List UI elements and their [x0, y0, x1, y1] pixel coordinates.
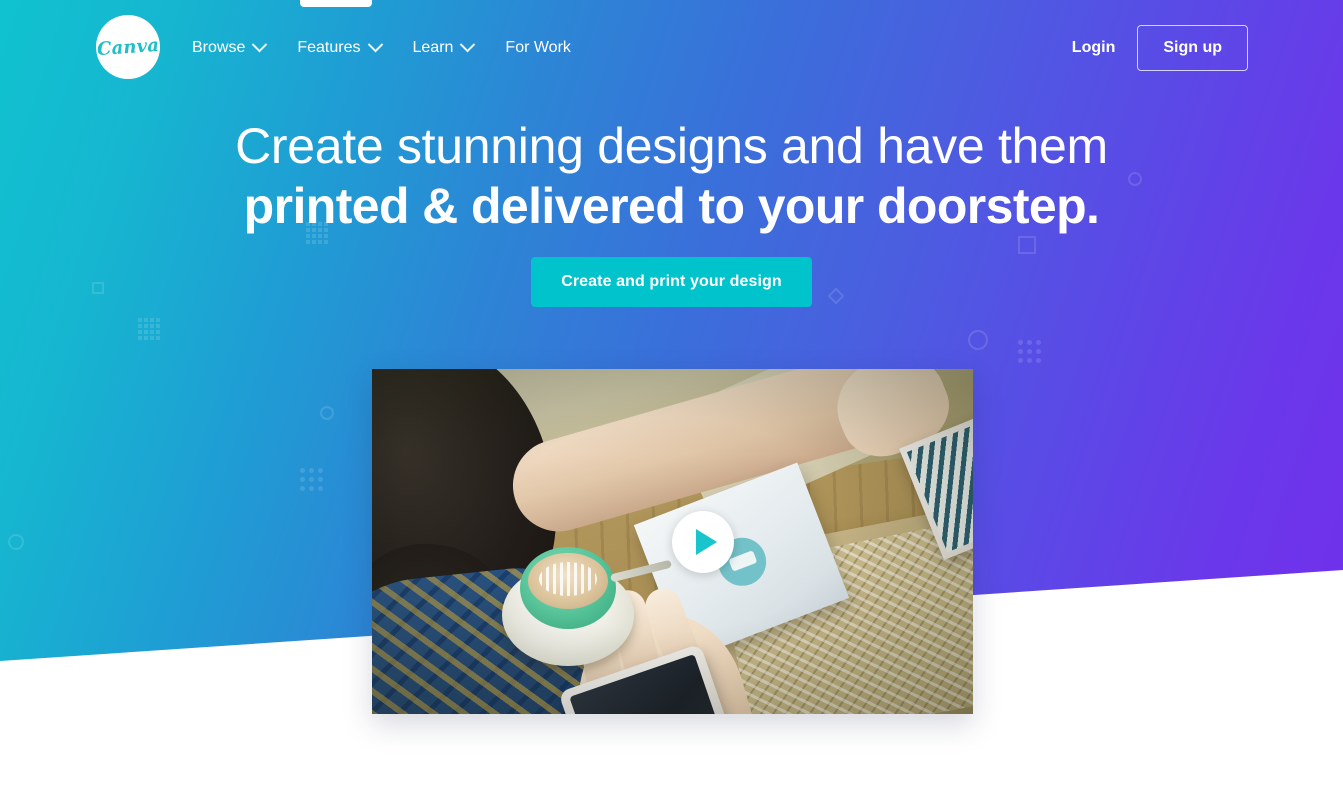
play-icon	[695, 529, 717, 555]
create-and-print-button[interactable]: Create and print your design	[531, 257, 812, 307]
nav-actions: Login Sign up	[1072, 0, 1248, 95]
hero-cta-container: Create and print your design	[0, 257, 1343, 307]
hero-headline: Create stunning designs and have them pr…	[0, 118, 1343, 234]
nav-item-for-work[interactable]: For Work	[505, 39, 570, 57]
hero-headline-line-1: Create stunning designs and have them	[235, 118, 1108, 174]
nav-item-learn[interactable]: Learn	[412, 36, 476, 57]
nav-item-browse-label: Browse	[192, 38, 246, 56]
chevron-down-icon	[460, 36, 476, 53]
decorative-square-icon	[1018, 236, 1036, 254]
nav-item-features-label: Features	[297, 38, 361, 56]
decorative-ring-left-icon	[8, 534, 24, 550]
nav-item-features[interactable]: Features	[297, 36, 383, 57]
play-button[interactable]	[672, 511, 734, 573]
canva-logo[interactable]: Canva	[96, 15, 160, 79]
login-link[interactable]: Login	[1072, 39, 1116, 57]
nav-links: Browse Features Learn For Work	[192, 0, 571, 95]
nav-item-for-work-label: For Work	[505, 38, 571, 56]
canva-logo-text: Canva	[96, 34, 160, 60]
nav-item-browse[interactable]: Browse	[192, 36, 268, 57]
chevron-down-icon	[367, 36, 383, 53]
decorative-square-grid-left	[138, 318, 160, 340]
hero-headline-line-2: printed & delivered to your doorstep.	[243, 178, 1100, 234]
chevron-down-icon	[252, 36, 268, 53]
hero-video-thumbnail[interactable]	[372, 369, 973, 714]
decorative-dot-grid-left	[300, 468, 323, 491]
hero-section: Canva Browse Features Learn For Work Log…	[0, 0, 1343, 792]
decorative-dot-grid-right	[1018, 340, 1041, 363]
nav-item-learn-label: Learn	[412, 38, 454, 56]
signup-button[interactable]: Sign up	[1137, 24, 1248, 71]
decorative-ring-icon	[968, 330, 988, 350]
decorative-circle-icon	[320, 406, 334, 420]
main-navigation: Canva Browse Features Learn For Work Log…	[0, 0, 1343, 95]
